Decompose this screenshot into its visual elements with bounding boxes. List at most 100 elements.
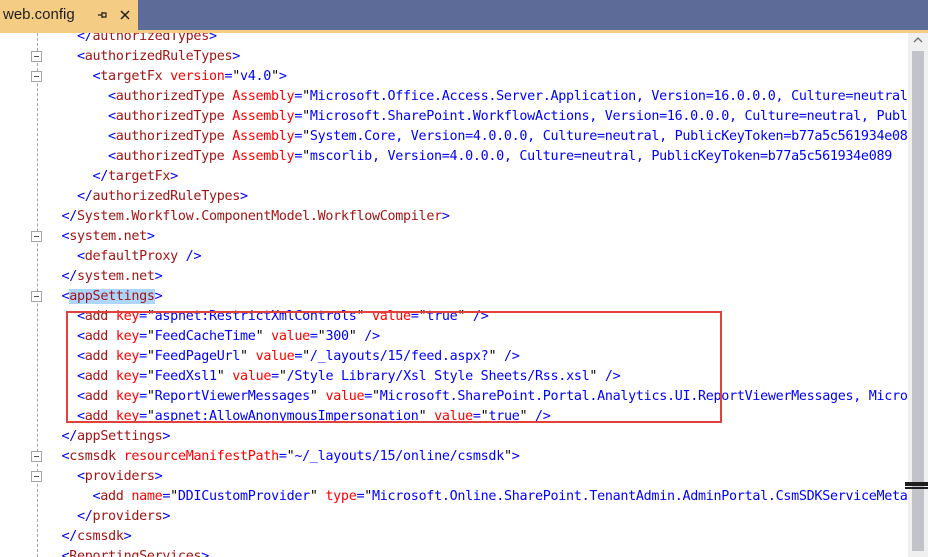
code-line[interactable]: <add name="DDICustomProvider" type="Micr… xyxy=(93,487,909,507)
code-token: providers xyxy=(84,469,155,484)
code-token: Microsoft.SharePoint.WorkflowActions, Ve… xyxy=(309,109,908,124)
code-token: Assembly xyxy=(232,109,295,124)
code-token: > xyxy=(240,189,248,204)
code-token: authorizedType xyxy=(115,129,225,144)
collapse-toggle-icon[interactable] xyxy=(31,51,42,62)
code-token: " xyxy=(309,489,318,504)
code-token: < xyxy=(77,249,85,264)
code-line[interactable]: <authorizedType Assembly="Microsoft.Shar… xyxy=(108,107,908,127)
code-token: appSettings xyxy=(69,289,155,304)
code-line[interactable]: </authorizedTypes> xyxy=(77,33,217,47)
code-token: type xyxy=(325,489,357,504)
editor-split-marker-lower xyxy=(905,487,928,489)
code-token: ReportingServices xyxy=(69,549,202,557)
code-token: </ xyxy=(92,169,109,184)
code-token: version xyxy=(170,69,225,84)
code-token: v4.0 xyxy=(240,69,272,84)
code-line[interactable]: </System.Workflow.ComponentModel.Workflo… xyxy=(62,207,450,227)
code-line[interactable]: <system.net> xyxy=(62,227,155,247)
code-token: = xyxy=(294,129,303,144)
code-token: > xyxy=(154,269,163,284)
highlight-annotation-box xyxy=(66,311,722,423)
code-token: < xyxy=(108,89,116,104)
code-line[interactable]: <csmsdk resourceManifestPath="~/_layouts… xyxy=(62,447,520,467)
code-token: authorizedRuleTypes xyxy=(84,49,233,64)
code-token: targetFx xyxy=(108,169,171,184)
code-token: > xyxy=(154,289,163,304)
editor-split-marker xyxy=(905,482,928,486)
code-token: resourceManifestPath xyxy=(123,449,280,464)
code-token: </ xyxy=(77,33,93,44)
code-token: " xyxy=(364,489,372,504)
code-line[interactable]: <ReportingServices> xyxy=(62,547,210,557)
code-token: system.net xyxy=(69,229,147,244)
code-token: < xyxy=(108,109,116,124)
scroll-up-arrow-icon[interactable] xyxy=(913,35,923,45)
code-line[interactable]: </appSettings> xyxy=(62,427,171,447)
collapse-toggle-icon[interactable] xyxy=(31,451,42,462)
code-token: providers xyxy=(92,509,163,524)
outline-gutter xyxy=(0,33,50,557)
code-line[interactable]: </targetFx> xyxy=(92,167,179,187)
code-token: </ xyxy=(77,509,93,524)
code-line[interactable]: </system.net> xyxy=(62,267,163,287)
code-token: authorizedTypes xyxy=(92,33,210,44)
tab-web-config[interactable]: web.config xyxy=(0,0,138,30)
code-token: /> xyxy=(177,249,202,264)
code-token: > xyxy=(162,429,171,444)
code-line[interactable]: <authorizedType Assembly="Microsoft.Offi… xyxy=(108,87,908,107)
code-line[interactable]: <authorizedType Assembly="System.Core, V… xyxy=(108,127,908,147)
code-token: Microsoft.Online.SharePoint.TenantAdmin.… xyxy=(372,489,908,504)
code-token: add xyxy=(100,489,124,504)
code-token: > xyxy=(170,169,178,184)
code-line[interactable]: <defaultProxy /> xyxy=(77,247,202,267)
code-line[interactable]: <appSettings> xyxy=(62,287,163,307)
code-token: > xyxy=(162,509,171,524)
collapse-toggle-icon[interactable] xyxy=(31,471,42,482)
vertical-scrollbar[interactable] xyxy=(908,33,928,557)
code-line[interactable]: </providers> xyxy=(77,507,170,527)
code-token: = xyxy=(294,89,303,104)
code-token: </ xyxy=(61,529,78,544)
collapse-toggle-icon[interactable] xyxy=(31,231,42,242)
code-token: </ xyxy=(61,209,78,224)
code-token: " xyxy=(302,129,310,144)
code-line[interactable]: </csmsdk> xyxy=(62,527,132,547)
code-token: mscorlib, Version=4.0.0.0, Culture=neutr… xyxy=(309,149,892,164)
code-token: ~/_layouts/15/online/csmsdk xyxy=(294,449,504,464)
code-token: authorizedType xyxy=(115,89,225,104)
code-token: Assembly xyxy=(232,89,295,104)
collapse-toggle-icon[interactable] xyxy=(31,71,42,82)
code-line[interactable]: <providers> xyxy=(77,467,163,487)
code-token: = xyxy=(294,109,303,124)
code-token: DDICustomProvider xyxy=(177,489,310,504)
pin-icon[interactable] xyxy=(96,9,108,21)
code-token: > xyxy=(441,209,450,224)
code-token: </ xyxy=(61,269,78,284)
code-line[interactable]: </authorizedRuleTypes> xyxy=(77,187,248,207)
code-line[interactable]: <authorizedType Assembly="mscorlib, Vers… xyxy=(108,147,892,167)
code-token: Assembly xyxy=(232,149,295,164)
code-token: > xyxy=(201,549,209,557)
code-token: System.Workflow.ComponentModel.WorkflowC… xyxy=(77,209,442,224)
code-line[interactable]: <authorizedRuleTypes> xyxy=(77,47,240,67)
code-token: Microsoft.Office.Access.Server.Applicati… xyxy=(309,89,908,104)
code-token: defaultProxy xyxy=(84,249,178,264)
code-token: </ xyxy=(61,429,78,444)
code-token: name xyxy=(131,489,163,504)
code-line[interactable]: <targetFx version="v4.0"> xyxy=(93,67,287,87)
collapse-toggle-icon[interactable] xyxy=(31,291,42,302)
code-token: > xyxy=(278,69,287,84)
code-token: appSettings xyxy=(77,429,163,444)
close-icon[interactable] xyxy=(118,8,132,22)
code-token: " xyxy=(232,69,241,84)
scrollbar-thumb[interactable] xyxy=(912,51,924,551)
code-token: > xyxy=(123,529,132,544)
code-token: Assembly xyxy=(232,129,295,144)
code-token: = xyxy=(162,489,171,504)
code-token: authorizedRuleTypes xyxy=(92,189,241,204)
code-token: system.net xyxy=(77,269,155,284)
code-editor[interactable]: </authorizedTypes> <authorizedRuleTypes> <… xyxy=(0,33,908,557)
code-token: > xyxy=(146,229,155,244)
